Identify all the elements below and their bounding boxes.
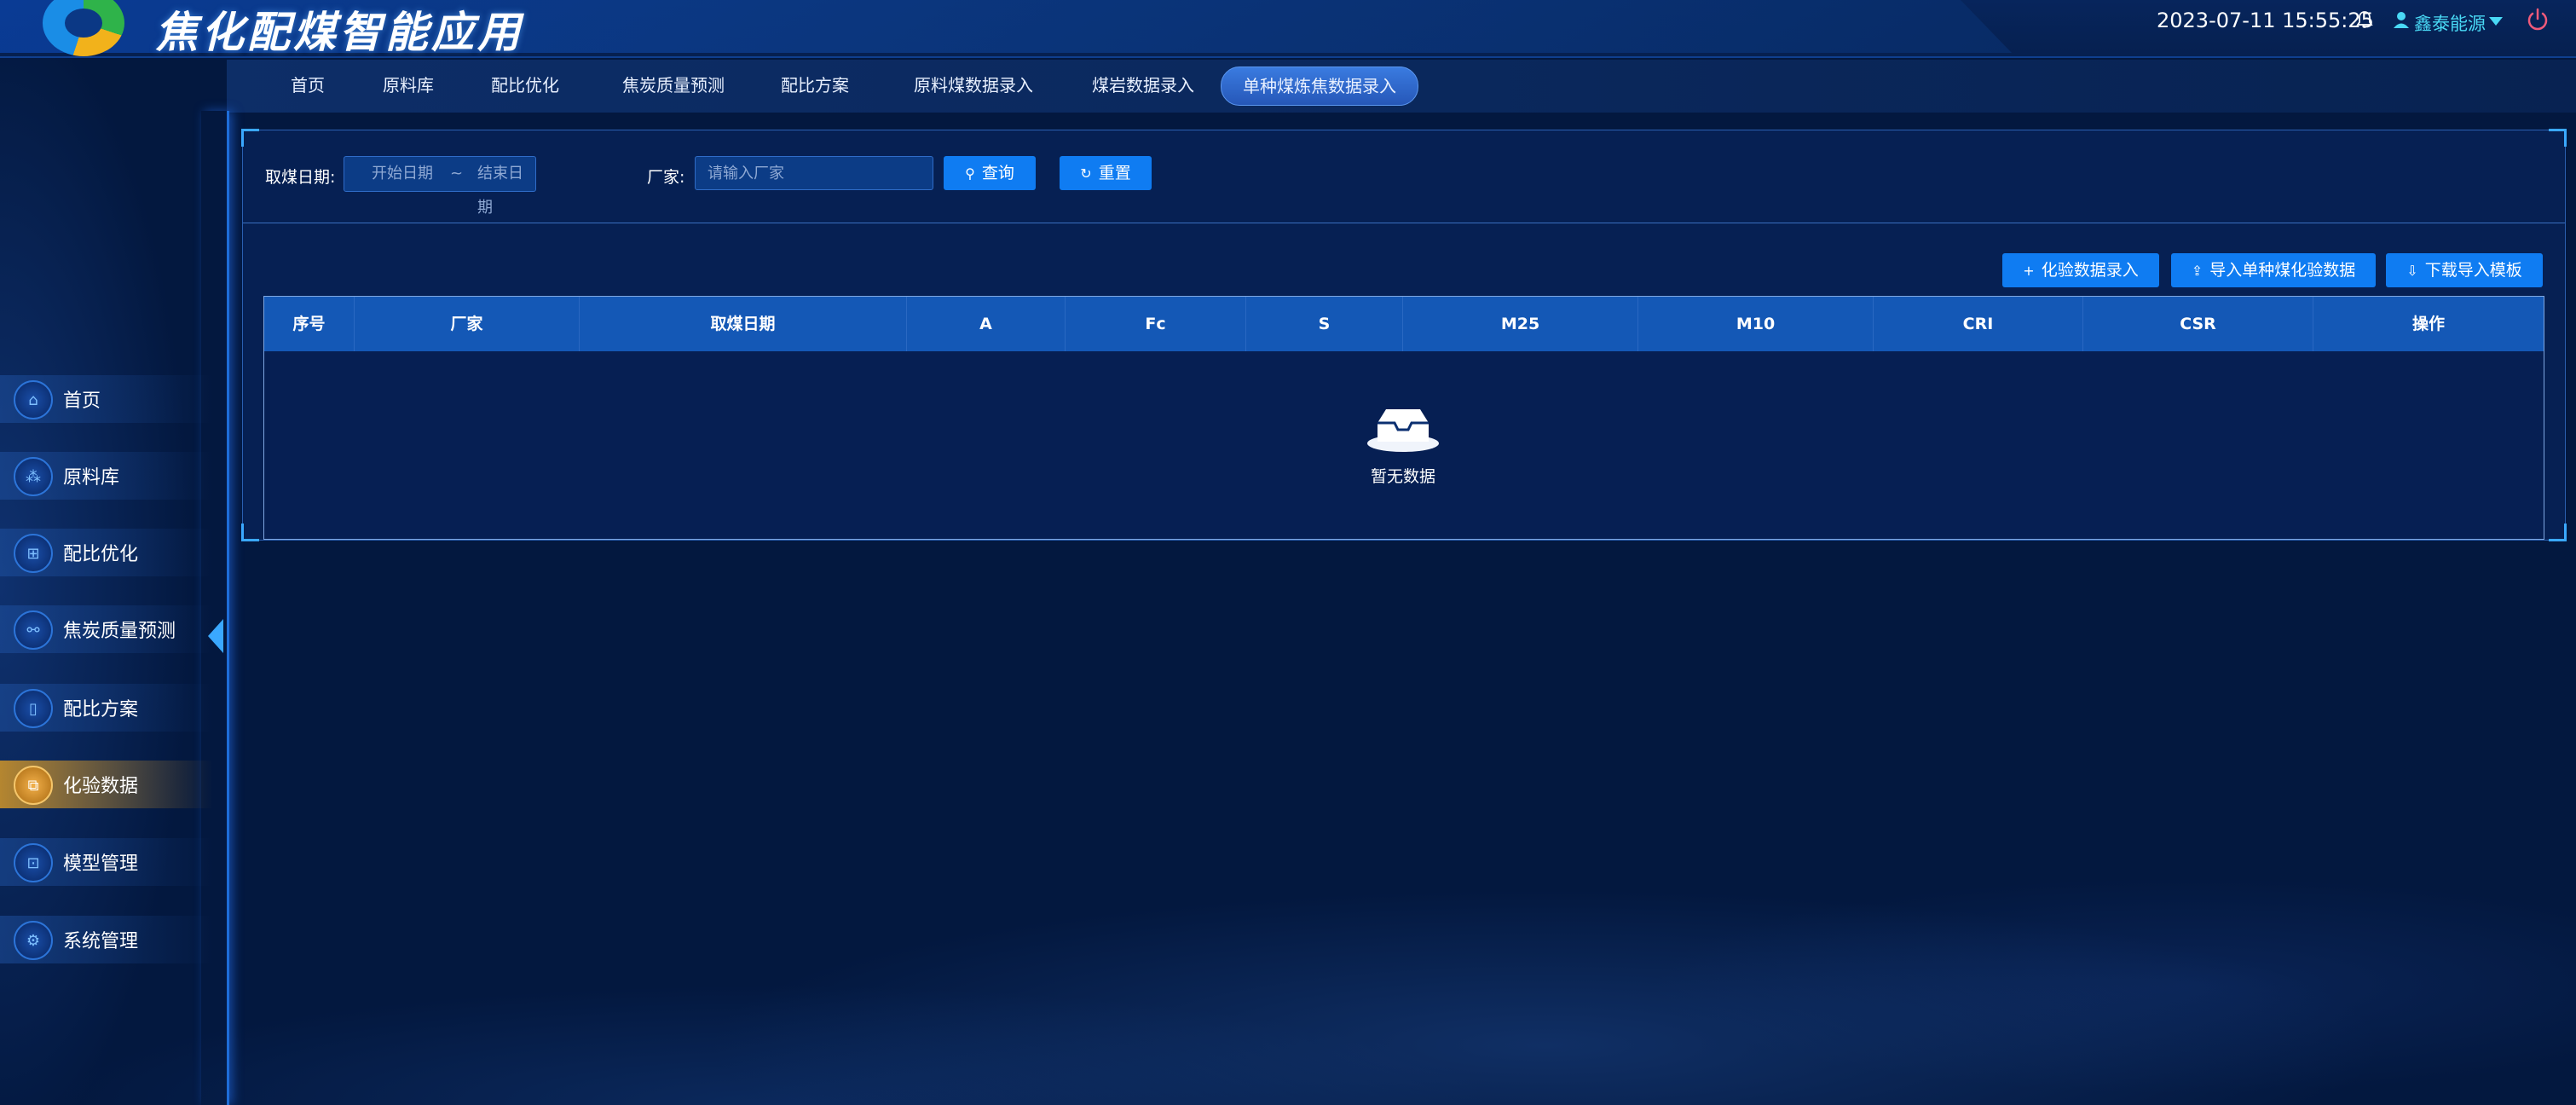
reset-button[interactable]: ↻ 重置 bbox=[1060, 156, 1152, 190]
app-title: 焦化配煤智能应用 bbox=[155, 8, 523, 57]
date-filter-label: 取煤日期: bbox=[265, 168, 336, 187]
sidebar-item-label: 系统管理 bbox=[63, 931, 139, 952]
download-icon: ⇩ bbox=[2406, 263, 2418, 279]
settings-icon: ⚙ bbox=[14, 921, 53, 960]
sidebar-item-lab-data[interactable]: ⧉ 化验数据 bbox=[0, 754, 222, 815]
sidebar-item-model[interactable]: ⊡ 模型管理 bbox=[0, 831, 222, 893]
sidebar-item-optimize[interactable]: ⊞ 配比优化 bbox=[0, 522, 222, 583]
column-header: S bbox=[1246, 297, 1403, 351]
power-icon[interactable] bbox=[2525, 7, 2550, 32]
date-range-picker[interactable]: 开始日期 ~ 结束日期 bbox=[344, 156, 536, 217]
empty-box-icon bbox=[1367, 409, 1439, 452]
sidebar-item-system[interactable]: ⚙ 系统管理 bbox=[0, 909, 222, 970]
factory-input[interactable]: 请输入厂家 bbox=[695, 156, 933, 190]
plan-icon: ▯ bbox=[14, 689, 53, 728]
start-date-placeholder: 开始日期 bbox=[372, 165, 433, 182]
app-header: 焦化配煤智能应用 2023-07-11 15:55:25 鑫泰能源 bbox=[0, 0, 2576, 58]
search-icon: ⚲ bbox=[965, 165, 975, 182]
tab-materials[interactable]: 原料库 bbox=[361, 67, 455, 104]
main-panel: 取煤日期: 开始日期 ~ 结束日期 厂家: 请输入厂家 ⚲ 查询 ↻ 重置 + 化验数… bbox=[241, 129, 2567, 541]
end-date-placeholder: 结束日期 bbox=[477, 165, 523, 217]
upload-icon: ⇪ bbox=[2191, 263, 2203, 279]
column-header: CSR bbox=[2083, 297, 2313, 351]
sidebar-item-home[interactable]: ⌂ 首页 bbox=[0, 368, 222, 430]
column-header: CRI bbox=[1874, 297, 2083, 351]
tab-home[interactable]: 首页 bbox=[261, 67, 355, 104]
sidebar-item-label: 化验数据 bbox=[63, 776, 139, 797]
refresh-icon: ↻ bbox=[1080, 165, 1092, 182]
sidebar-item-label: 配比优化 bbox=[63, 544, 139, 565]
column-header: 序号 bbox=[264, 297, 355, 351]
date-range-separator: ~ bbox=[450, 165, 464, 182]
column-header: 厂家 bbox=[355, 297, 580, 351]
column-header: M25 bbox=[1403, 297, 1638, 351]
sidebar-item-plan[interactable]: ▯ 配比方案 bbox=[0, 677, 222, 738]
datetime: 2023-07-11 15:55:25 bbox=[2157, 9, 2374, 32]
bell-icon[interactable] bbox=[2356, 10, 2373, 29]
tab-predict[interactable]: 焦炭质量预测 bbox=[605, 67, 742, 104]
username[interactable]: 鑫泰能源 bbox=[2414, 10, 2486, 36]
chevron-down-icon[interactable] bbox=[2489, 17, 2503, 26]
tab-coal-rock-entry[interactable]: 煤岩数据录入 bbox=[1071, 67, 1216, 104]
tab-raw-coal-entry[interactable]: 原料煤数据录入 bbox=[890, 67, 1057, 104]
add-lab-data-button[interactable]: + 化验数据录入 bbox=[2002, 253, 2159, 287]
predict-icon: ⚯ bbox=[14, 610, 53, 650]
empty-text: 暂无数据 bbox=[1370, 467, 1435, 486]
materials-icon: ⁂ bbox=[14, 457, 53, 496]
model-icon: ⊡ bbox=[14, 843, 53, 882]
column-header: A bbox=[907, 297, 1066, 351]
column-header: M10 bbox=[1638, 297, 1874, 351]
table-header: 序号 厂家 取煤日期 A Fc S M25 M10 CRI CSR 操作 bbox=[264, 297, 2544, 351]
sidebar-item-label: 配比方案 bbox=[63, 699, 139, 720]
sidebar-item-label: 模型管理 bbox=[63, 853, 139, 875]
factory-filter-label: 厂家: bbox=[647, 168, 685, 187]
sidebar-item-label: 原料库 bbox=[63, 467, 120, 489]
sidebar-item-materials[interactable]: ⁂ 原料库 bbox=[0, 445, 222, 506]
query-button[interactable]: ⚲ 查询 bbox=[944, 156, 1036, 190]
data-table: 序号 厂家 取煤日期 A Fc S M25 M10 CRI CSR 操作 暂无数… bbox=[263, 296, 2544, 540]
plus-icon: + bbox=[2023, 263, 2035, 279]
optimize-icon: ⊞ bbox=[14, 534, 53, 573]
column-header: 操作 bbox=[2411, 315, 2445, 333]
import-button[interactable]: ⇪ 导入单种煤化验数据 bbox=[2171, 253, 2376, 287]
column-header: Fc bbox=[1066, 297, 1246, 351]
background-waves bbox=[0, 508, 2576, 1105]
user-icon bbox=[2394, 12, 2409, 28]
top-nav: 首页 原料库 配比优化 焦炭质量预测 配比方案 原料煤数据录入 煤岩数据录入 单… bbox=[227, 60, 2576, 113]
tab-plan[interactable]: 配比方案 bbox=[764, 67, 866, 104]
download-template-button[interactable]: ⇩ 下载导入模板 bbox=[2386, 253, 2543, 287]
sidebar-item-predict[interactable]: ⚯ 焦炭质量预测 bbox=[0, 599, 222, 660]
home-icon: ⌂ bbox=[14, 380, 53, 419]
sidebar-item-label: 首页 bbox=[63, 391, 101, 412]
column-header: 取煤日期 bbox=[580, 297, 907, 351]
tab-optimize[interactable]: 配比优化 bbox=[474, 67, 576, 104]
tab-single-coal-coking-entry[interactable]: 单种煤炼焦数据录入 bbox=[1221, 67, 1418, 106]
sidebar-item-label: 焦炭质量预测 bbox=[63, 621, 176, 642]
lab-data-icon: ⧉ bbox=[14, 766, 53, 805]
